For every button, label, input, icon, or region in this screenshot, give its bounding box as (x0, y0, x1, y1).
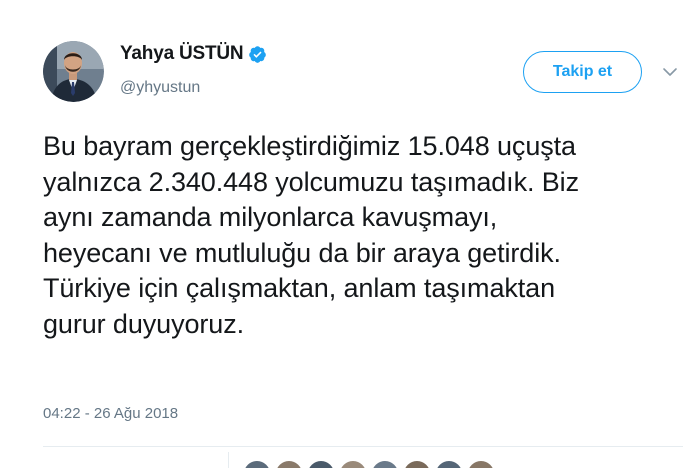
liker-avatar[interactable] (338, 459, 368, 468)
user-handle[interactable]: @yhyustun (120, 79, 200, 97)
liker-avatar[interactable] (242, 459, 272, 468)
profile-photo-icon (43, 41, 104, 102)
liker-avatar[interactable] (306, 459, 336, 468)
liker-avatars (242, 459, 496, 468)
display-name[interactable]: Yahya ÜSTÜN (120, 43, 244, 65)
tweet-text-line: aynı zamanda milyonlarca kavuşmayı, (43, 202, 498, 232)
tweet-text-line: heyecanı ve mutluluğu da bir araya getir… (43, 237, 561, 268)
user-name-row: Yahya ÜSTÜN (120, 43, 267, 65)
chevron-down-icon[interactable] (661, 63, 679, 81)
liker-avatar[interactable] (434, 459, 464, 468)
liker-avatar[interactable] (402, 459, 432, 468)
tweet-text-line: yalnızca 2.340.448 yolcumuzu taşımadık. … (43, 166, 579, 197)
tweet-timestamp[interactable]: 04:22 - 26 Ağu 2018 (43, 405, 178, 422)
verified-badge-icon (248, 45, 267, 64)
tweet-card: Yahya ÜSTÜN @yhyustun Takip et Bu bayram… (0, 0, 694, 468)
divider (43, 446, 683, 447)
tweet-text-line: gurur duyuyoruz. (43, 308, 245, 339)
tweet-text: Bu bayram gerçekleştirdiğimiz 15.048 uçu… (43, 129, 683, 342)
divider-vertical (228, 452, 229, 468)
tweet-text-line: Bu bayram gerçekleştirdiğimiz 15.048 uçu… (43, 131, 576, 161)
liker-avatar[interactable] (274, 459, 304, 468)
avatar[interactable] (43, 41, 104, 102)
follow-button[interactable]: Takip et (523, 51, 642, 93)
liker-avatar[interactable] (466, 459, 496, 468)
liker-avatar[interactable] (370, 459, 400, 468)
tweet-text-line: Türkiye için çalışmaktan, anlam taşımakt… (43, 273, 555, 303)
